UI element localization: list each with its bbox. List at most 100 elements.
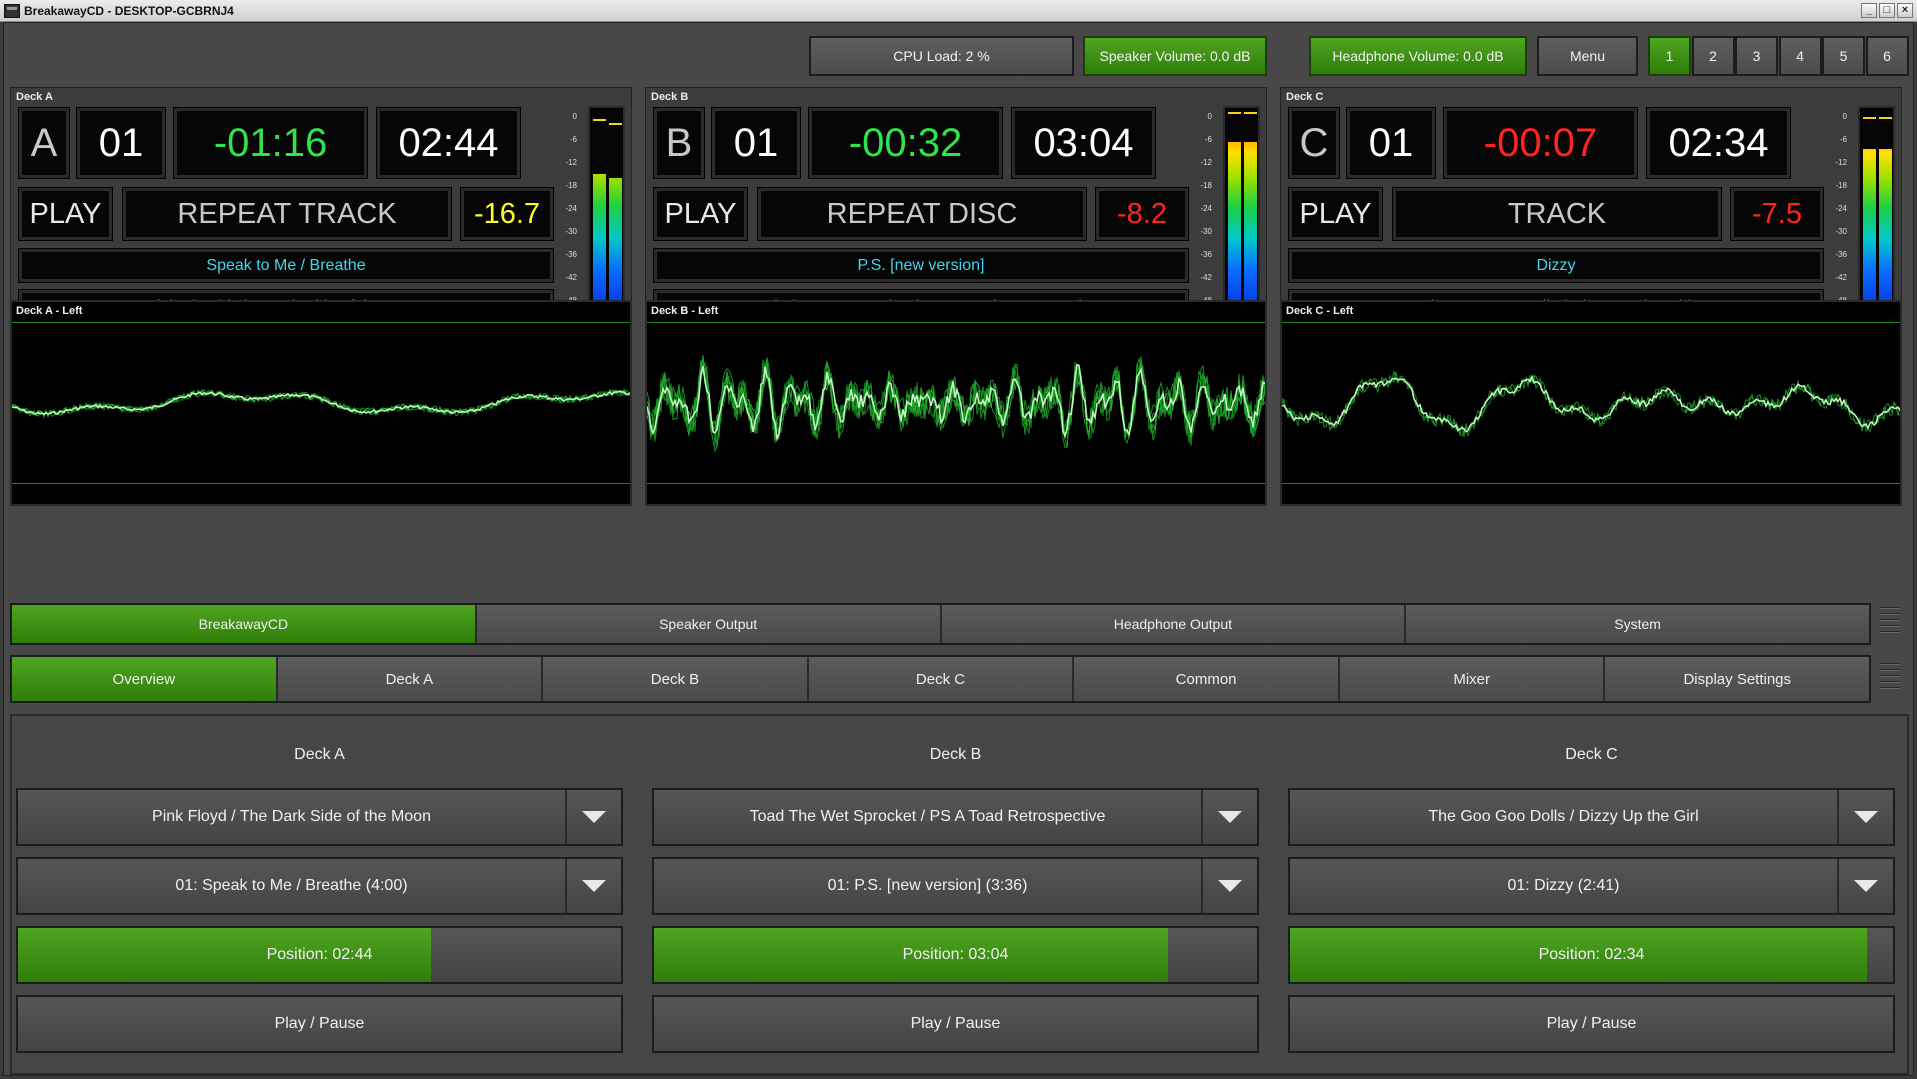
chevron-down-icon[interactable]	[1201, 859, 1257, 913]
meter-tick-label: -42	[1200, 273, 1212, 282]
track-select[interactable]: 01: P.S. [new version] (3:36)	[652, 857, 1259, 915]
position-slider[interactable]: Position: 02:34	[1288, 926, 1895, 984]
waveform-path	[1282, 371, 1900, 437]
window-title: BreakawayCD - DESKTOP-GCBRNJ4	[24, 3, 234, 18]
time-remaining: -01:16	[173, 107, 368, 179]
meter-left-peak	[593, 118, 606, 121]
sub-tab-overview[interactable]: Overview	[12, 657, 278, 701]
play-pause-button[interactable]: Play / Pause	[16, 995, 623, 1053]
sub-tab-deck-a[interactable]: Deck A	[277, 657, 544, 701]
deck-letter: B	[653, 107, 705, 179]
page-button-3[interactable]: 3	[1735, 36, 1778, 76]
main-tab-headphone-output[interactable]: Headphone Output	[941, 605, 1407, 643]
deck-label: Deck B	[651, 91, 689, 103]
chevron-down-icon[interactable]	[1201, 790, 1257, 844]
track-select[interactable]: 01: Speak to Me / Breathe (4:00)	[16, 857, 623, 915]
play-state-button[interactable]: PLAY	[1288, 187, 1383, 241]
play-state-button[interactable]: PLAY	[653, 187, 748, 241]
meter-tick-label: -24	[1835, 204, 1847, 213]
minimize-icon[interactable]: _	[1861, 3, 1877, 18]
page-button-1[interactable]: 1	[1648, 36, 1691, 76]
close-icon[interactable]: ×	[1897, 3, 1913, 18]
deck-letter: C	[1288, 107, 1340, 179]
sub-tab-mixer[interactable]: Mixer	[1339, 657, 1606, 701]
page-button-5[interactable]: 5	[1822, 36, 1865, 76]
cpu-load-label: CPU Load: 2 %	[893, 48, 990, 64]
meter-tick-label: 0	[1842, 112, 1847, 121]
track-number: 01	[1346, 107, 1436, 179]
waveform-path	[12, 390, 630, 416]
maximize-icon[interactable]: □	[1879, 3, 1895, 18]
waveform-trace	[12, 388, 630, 419]
waveform-trace	[1282, 371, 1900, 438]
sub-tabs-scroll-grip[interactable]	[1877, 659, 1903, 701]
meter-tick-label: -24	[565, 204, 577, 213]
time-remaining: -00:32	[808, 107, 1003, 179]
level-readout: -7.5	[1730, 187, 1824, 241]
meter-tick-label: -24	[1200, 204, 1212, 213]
menu-button[interactable]: Menu	[1537, 36, 1638, 76]
waveform-bottom-line	[647, 483, 1265, 484]
track-select[interactable]: 01: Dizzy (2:41)	[1288, 857, 1895, 915]
play-pause-button[interactable]: Play / Pause	[1288, 995, 1895, 1053]
meter-tick-label: -30	[565, 227, 577, 236]
track-title: P.S. [new version]	[653, 248, 1189, 283]
waveform-label: Deck C - Left	[1286, 305, 1354, 317]
time-remaining: -00:07	[1443, 107, 1638, 179]
album-select[interactable]: Pink Floyd / The Dark Side of the Moon	[16, 788, 623, 846]
chevron-down-icon[interactable]	[565, 859, 621, 913]
deck-panel-c: Deck C C 01 -00:07 02:34 PLAY TRACK -7.5…	[1280, 87, 1902, 336]
sub-tab-deck-b[interactable]: Deck B	[543, 657, 809, 701]
waveform-trace	[647, 355, 1265, 454]
track-title: Speak to Me / Breathe	[18, 248, 554, 283]
waveform-top-line	[647, 322, 1265, 323]
album-select[interactable]: The Goo Goo Dolls / Dizzy Up the Girl	[1288, 788, 1895, 846]
page-button-4[interactable]: 4	[1778, 36, 1822, 76]
repeat-mode-button[interactable]: REPEAT DISC	[757, 187, 1087, 241]
meter-scale: 0-6-12-18-24-30-36-42-48	[1192, 106, 1214, 326]
page-button-label: 1	[1665, 48, 1674, 64]
meter-tick-label: -36	[1835, 250, 1847, 259]
chevron-down-icon[interactable]	[1837, 790, 1893, 844]
page-button-label: 5	[1839, 48, 1848, 64]
headphone-volume-button[interactable]: Headphone Volume: 0.0 dB	[1309, 36, 1527, 76]
main-tabs-scroll-grip[interactable]	[1877, 603, 1903, 645]
chevron-down-icon[interactable]	[565, 790, 621, 844]
repeat-mode-button[interactable]: TRACK	[1392, 187, 1722, 241]
play-pause-label: Play / Pause	[910, 1015, 1001, 1032]
deck-panel-b: Deck B B 01 -00:32 03:04 PLAY REPEAT DIS…	[645, 87, 1267, 336]
sub-tab-display-settings[interactable]: Display Settings	[1605, 657, 1870, 701]
level-meter	[1223, 106, 1260, 328]
main-tab-speaker-output[interactable]: Speaker Output	[476, 605, 942, 643]
meter-right-peak	[609, 122, 622, 125]
overview-deck-heading: Deck B	[929, 746, 982, 763]
main-tab-breakawaycd[interactable]: BreakawayCD	[12, 605, 477, 643]
page-button-2[interactable]: 2	[1691, 36, 1735, 76]
waveform-bottom-line	[12, 483, 630, 484]
album-select-value: Pink Floyd / The Dark Side of the Moon	[152, 808, 431, 825]
chevron-down-icon[interactable]	[1837, 859, 1893, 913]
album-select-value: The Goo Goo Dolls / Dizzy Up the Girl	[1428, 808, 1699, 825]
play-pause-button[interactable]: Play / Pause	[652, 995, 1259, 1053]
speaker-volume-label: Speaker Volume: 0.0 dB	[1099, 48, 1251, 64]
sub-tab-common[interactable]: Common	[1074, 657, 1340, 701]
position-label: Position: 02:34	[1538, 946, 1645, 963]
meter-tick-label: -6	[1204, 135, 1212, 144]
meter-tick-label: -18	[1835, 181, 1847, 190]
title-bar: BreakawayCD - DESKTOP-GCBRNJ4 _ □ ×	[0, 0, 1917, 22]
play-state-button[interactable]: PLAY	[18, 187, 113, 241]
speaker-volume-button[interactable]: Speaker Volume: 0.0 dB	[1083, 36, 1267, 76]
page-button-6[interactable]: 6	[1865, 36, 1909, 76]
position-slider[interactable]: Position: 03:04	[652, 926, 1259, 984]
sub-tab-deck-c[interactable]: Deck C	[808, 657, 1075, 701]
level-meter	[588, 106, 625, 328]
app-icon	[4, 3, 20, 18]
position-slider[interactable]: Position: 02:44	[16, 926, 623, 984]
repeat-mode-button[interactable]: REPEAT TRACK	[122, 187, 452, 241]
main-tab-system[interactable]: System	[1406, 605, 1869, 643]
meter-right-bar	[1879, 148, 1892, 324]
deck-panel-a: Deck A A 01 -01:16 02:44 PLAY REPEAT TRA…	[10, 87, 632, 336]
meter-left-bar	[1228, 142, 1241, 324]
level-readout: -16.7	[460, 187, 554, 241]
album-select[interactable]: Toad The Wet Sprocket / PS A Toad Retros…	[652, 788, 1259, 846]
